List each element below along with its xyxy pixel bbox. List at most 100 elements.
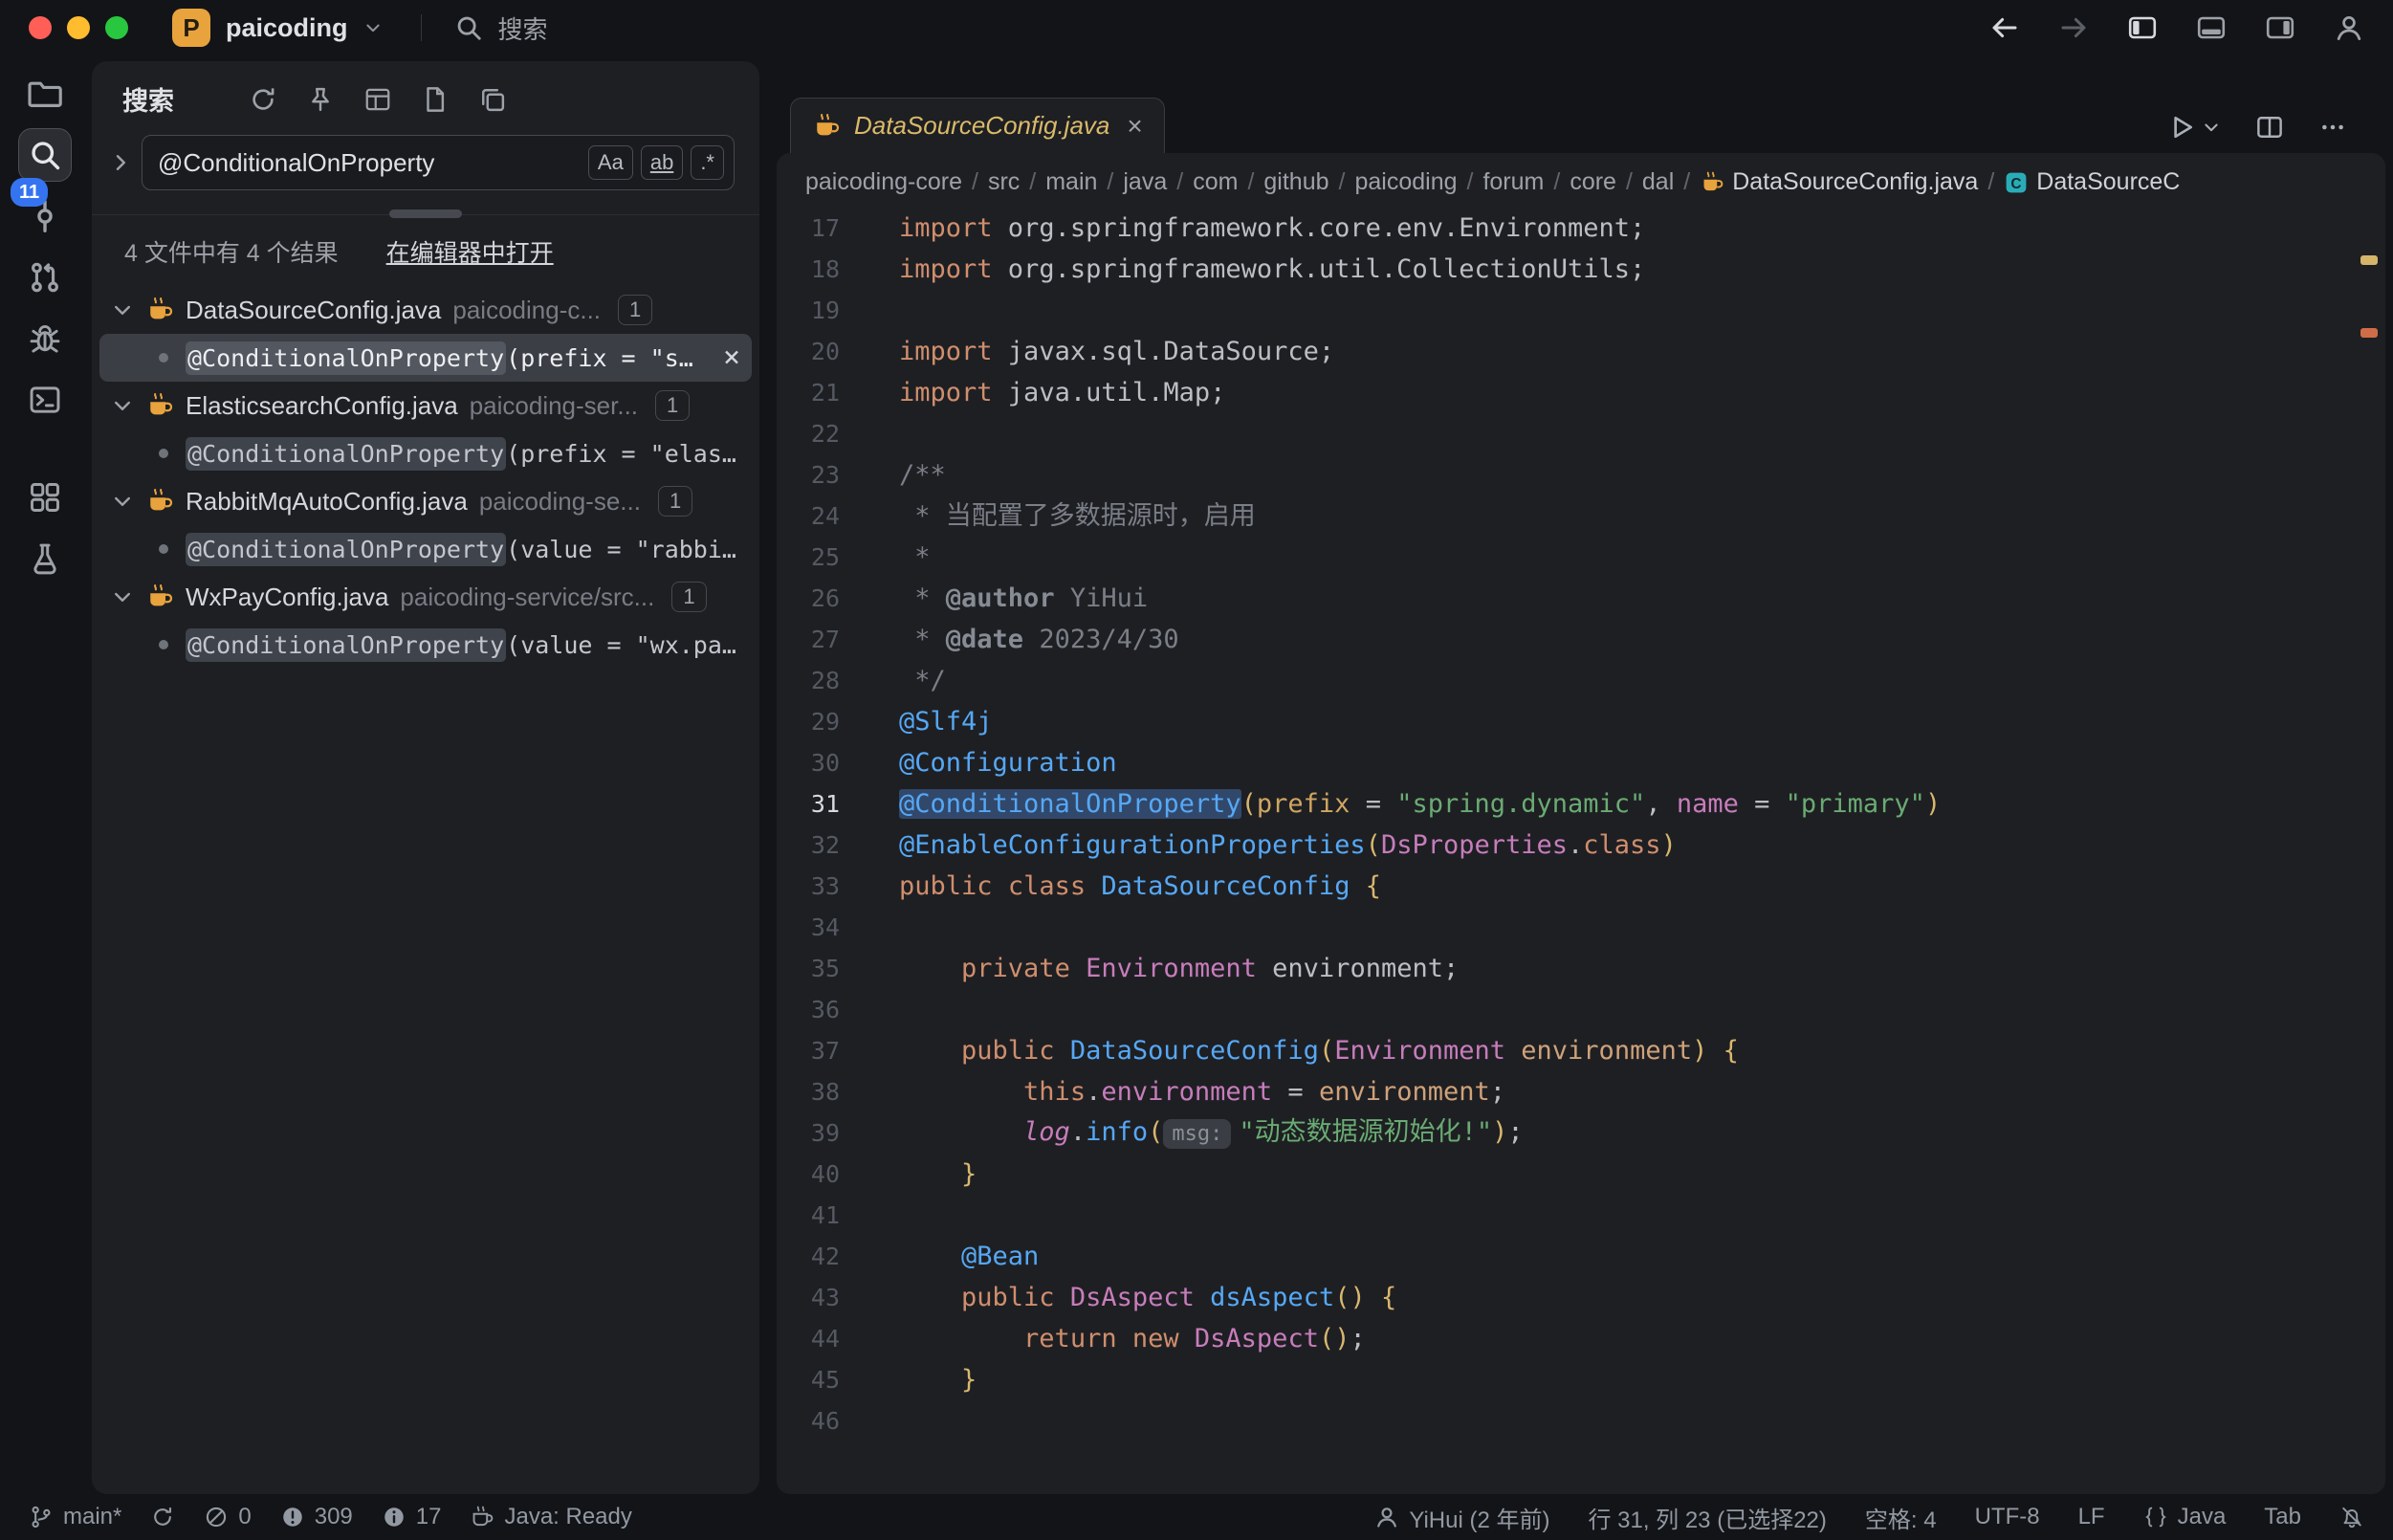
caret-position-label: 行 31, 列 23 (已选择22) — [1588, 1501, 1826, 1534]
breadcrumb-item[interactable]: paicoding — [1354, 168, 1457, 196]
line-ending-widget[interactable]: LF — [2078, 1504, 2105, 1530]
breadcrumb-item[interactable]: dal — [1642, 168, 1674, 196]
whole-words-toggle[interactable]: ab — [641, 145, 683, 180]
breadcrumb-item[interactable]: paicoding-core — [805, 168, 962, 196]
project-widget[interactable]: P paicoding — [172, 9, 383, 47]
close-window-button[interactable] — [29, 16, 52, 39]
activity-more-tools-button[interactable] — [18, 471, 72, 524]
breadcrumb-item[interactable]: main — [1045, 168, 1097, 196]
code-line-46: 46 — [777, 1400, 2385, 1441]
breadcrumb-item[interactable]: com — [1193, 168, 1238, 196]
toggle-right-panel-button[interactable] — [2265, 12, 2295, 43]
activity-science-button[interactable] — [18, 532, 72, 585]
split-editor-button[interactable] — [2255, 113, 2284, 142]
breadcrumb-label: java — [1123, 168, 1167, 196]
grid-icon — [28, 480, 62, 515]
open-in-new-window-icon[interactable] — [478, 85, 507, 114]
open-in-editor-link[interactable]: 在编辑器中打开 — [386, 234, 554, 269]
activity-search-button[interactable] — [18, 128, 72, 182]
navigate-back-button[interactable] — [1989, 12, 2020, 43]
search-everywhere-button[interactable]: 搜索 — [454, 11, 548, 46]
toggle-bottom-panel-button[interactable] — [2196, 12, 2227, 43]
line-number: 33 — [777, 866, 899, 907]
code-text: * @date 2023/4/30 — [899, 619, 2385, 660]
breadcrumb-separator: / — [1553, 168, 1560, 196]
git-branch-widget[interactable]: main* — [29, 1504, 121, 1530]
encoding-widget[interactable]: UTF-8 — [1975, 1504, 2040, 1530]
indent-widget[interactable]: 空格: 4 — [1865, 1501, 1937, 1534]
code-line-45: 45 } — [777, 1359, 2385, 1400]
caret-position-widget[interactable]: 行 31, 列 23 (已选择22) — [1588, 1501, 1826, 1534]
more-options-button[interactable] — [2318, 113, 2347, 142]
search-input[interactable] — [158, 148, 581, 178]
user-account-button[interactable] — [2334, 12, 2364, 43]
sync-widget[interactable] — [150, 1505, 175, 1529]
expand-replace-chevron-icon[interactable] — [109, 151, 132, 174]
file-type-widget[interactable]: Java — [2143, 1504, 2227, 1530]
zoom-window-button[interactable] — [105, 16, 128, 39]
chevron-down-icon[interactable] — [111, 490, 134, 513]
breadcrumb-item[interactable]: github — [1263, 168, 1328, 196]
result-match-row[interactable]: @ConditionalOnProperty(prefix = "elastic… — [99, 429, 752, 477]
remove-result-button[interactable]: × — [706, 343, 740, 372]
regex-toggle[interactable]: .* — [691, 145, 724, 180]
run-button[interactable] — [2167, 113, 2196, 142]
debug-icon — [28, 321, 62, 356]
search-field[interactable]: Aa ab .* — [142, 135, 735, 190]
activity-debug-button[interactable] — [18, 312, 72, 365]
breadcrumb-item[interactable]: src — [988, 168, 1020, 196]
match-dot-icon — [159, 353, 168, 363]
close-tab-button[interactable]: × — [1127, 113, 1142, 140]
new-tab-icon[interactable] — [421, 85, 450, 114]
run-options-chevron-icon[interactable] — [2202, 118, 2221, 137]
result-file-row[interactable]: WxPayConfig.javapaicoding-service/src...… — [99, 573, 752, 621]
breadcrumb-label: paicoding — [1354, 168, 1457, 196]
breadcrumb-item[interactable]: core — [1570, 168, 1616, 196]
resize-grip[interactable] — [389, 209, 462, 218]
breadcrumb-item[interactable]: CDataSourceC — [2004, 168, 2180, 196]
result-file-row[interactable]: RabbitMqAutoConfig.javapaicoding-se...1 — [99, 477, 752, 525]
breadcrumb-separator: / — [1339, 168, 1346, 196]
refresh-icon[interactable] — [249, 85, 277, 114]
result-file-row[interactable]: DataSourceConfig.javapaicoding-c...1 — [99, 286, 752, 334]
tab-widget-widget[interactable]: Tab — [2264, 1504, 2301, 1530]
pull-request-icon — [28, 260, 62, 295]
activity-project-button[interactable] — [18, 67, 72, 121]
terminal-icon — [28, 383, 62, 417]
breadcrumb-separator: / — [1987, 168, 1994, 196]
table-view-icon[interactable] — [363, 85, 392, 114]
minimize-window-button[interactable] — [67, 16, 90, 39]
result-match-row[interactable]: @ConditionalOnProperty(value = "rabbitmq… — [99, 525, 752, 573]
errors-widget[interactable]: 0 — [204, 1504, 251, 1530]
tab-datasourceconfig[interactable]: DataSourceConfig.java × — [790, 98, 1165, 153]
warnings-widget[interactable]: 309 — [280, 1504, 353, 1530]
line-number: 39 — [777, 1112, 899, 1154]
chevron-down-icon[interactable] — [111, 394, 134, 417]
code-text: } — [899, 1359, 2385, 1400]
match-context: (value = "wx.pay.en... — [506, 631, 740, 659]
result-match-row[interactable]: @ConditionalOnProperty(prefix = "spri...… — [99, 334, 752, 382]
blame-widget[interactable]: YiHui (2 年前) — [1374, 1501, 1549, 1534]
result-file-name: DataSourceConfig.java — [186, 296, 441, 325]
toggle-left-panel-button[interactable] — [2127, 12, 2158, 43]
match-case-toggle[interactable]: Aa — [588, 145, 633, 180]
activity-terminal-button[interactable] — [18, 373, 72, 427]
breadcrumb-item[interactable]: forum — [1482, 168, 1544, 196]
java-status-widget[interactable]: Java: Ready — [470, 1504, 631, 1530]
line-number: 42 — [777, 1236, 899, 1277]
pin-icon[interactable] — [306, 85, 335, 114]
breadcrumb-item[interactable]: DataSourceConfig.java — [1700, 168, 1978, 196]
statusbar-left: main* 0 309 17 Java: Ready — [29, 1504, 632, 1530]
result-match-row[interactable]: @ConditionalOnProperty(value = "wx.pay.e… — [99, 621, 752, 669]
chevron-down-icon[interactable] — [111, 585, 134, 608]
activity-pull-requests-button[interactable] — [18, 251, 72, 304]
infos-widget[interactable]: 17 — [382, 1504, 442, 1530]
search-icon — [454, 13, 483, 42]
navigate-forward-button[interactable] — [2058, 12, 2089, 43]
activity-commit-button[interactable]: 11 — [18, 189, 72, 243]
breadcrumb-item[interactable]: java — [1123, 168, 1167, 196]
result-file-row[interactable]: ElasticsearchConfig.javapaicoding-ser...… — [99, 382, 752, 429]
notifications-widget[interactable] — [2339, 1505, 2364, 1529]
code-view[interactable]: 17import org.springframework.core.env.En… — [777, 204, 2385, 1494]
chevron-down-icon[interactable] — [111, 298, 134, 321]
